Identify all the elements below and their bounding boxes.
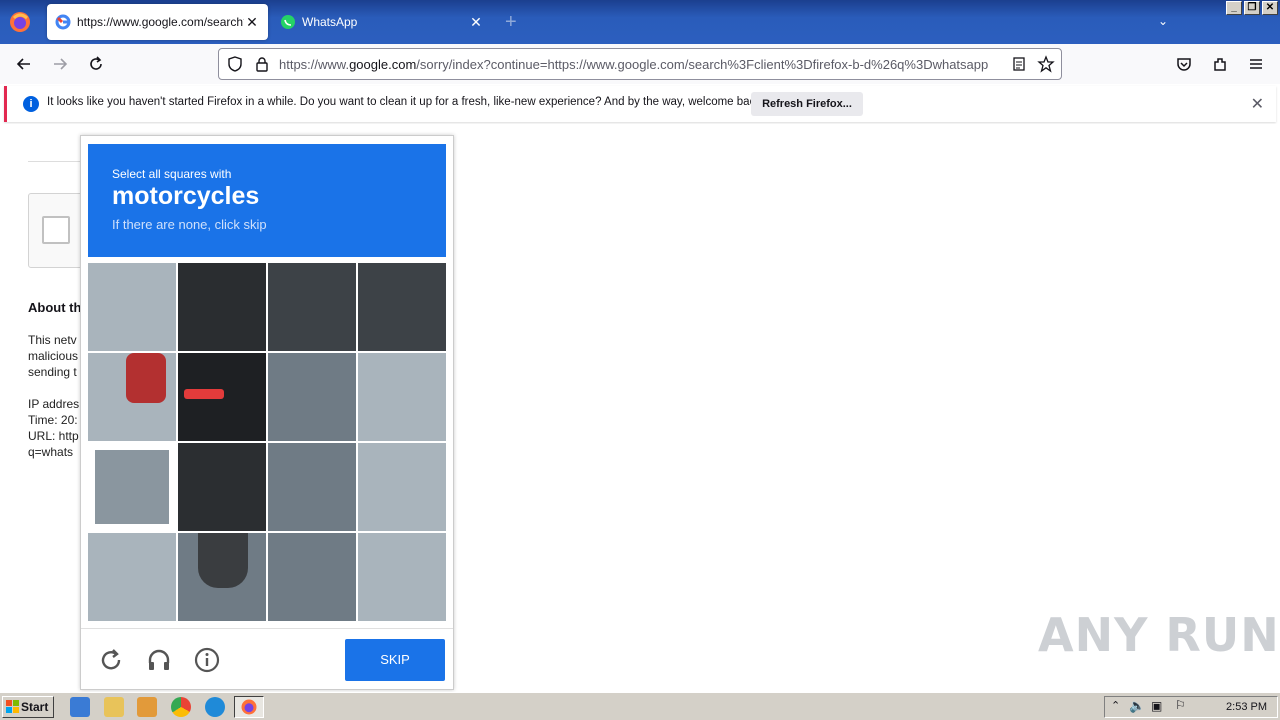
url-bar[interactable]: https://www.google.com/sorry/index?conti…	[218, 48, 1062, 80]
lock-icon[interactable]	[255, 56, 269, 72]
about-heading: About th	[28, 300, 80, 315]
tab-title: WhatsApp	[302, 15, 358, 29]
restore-button[interactable]: ❐	[1244, 1, 1260, 15]
refresh-firefox-button[interactable]: Refresh Firefox...	[751, 92, 863, 116]
show-hidden-icons-icon[interactable]: ⌃	[1111, 699, 1120, 712]
info-line: URL: http	[28, 429, 79, 443]
tab-whatsapp[interactable]: WhatsApp ✕	[272, 4, 492, 40]
info-line: IP addres	[28, 397, 80, 411]
google-favicon-icon	[55, 14, 71, 30]
system-tray: ⌃ 🔈 ▣ ⚐ 2:53 PM	[1104, 696, 1278, 718]
recaptcha-widget	[28, 193, 88, 268]
captcha-header: Select all squares with motorcycles If t…	[88, 144, 446, 257]
body-line: This netv	[28, 333, 77, 347]
motorcycle-part	[178, 353, 266, 441]
window-controls: _ ❐ ✕	[1226, 1, 1278, 15]
bookmark-star-icon[interactable]	[1037, 55, 1055, 73]
body-line: malicious	[28, 349, 79, 363]
media-player-icon[interactable]	[137, 697, 157, 717]
selected-tile-image	[95, 450, 169, 524]
new-tab-icon[interactable]: +	[505, 12, 517, 32]
close-tab-icon[interactable]: ✕	[244, 14, 260, 31]
recaptcha-checkbox[interactable]	[42, 216, 70, 244]
minimize-button[interactable]: _	[1226, 1, 1242, 15]
internet-explorer-icon[interactable]	[70, 697, 90, 717]
reload-challenge-icon[interactable]	[98, 647, 124, 673]
firefox-taskbar-button[interactable]	[234, 696, 264, 718]
network-icon[interactable]: ▣	[1151, 699, 1162, 713]
extensions-icon[interactable]	[1210, 54, 1230, 74]
captcha-tile[interactable]	[268, 263, 356, 351]
reload-icon[interactable]	[86, 54, 106, 74]
captcha-tile[interactable]	[268, 353, 356, 441]
notification-message: It looks like you haven't started Firefo…	[47, 96, 765, 108]
tab-title: https://www.google.com/search?c	[77, 15, 244, 29]
motorcycle-part	[198, 533, 248, 588]
firefox-icon	[241, 699, 257, 715]
motorcycle-part	[178, 263, 266, 351]
close-tab-icon[interactable]: ✕	[468, 14, 484, 31]
captcha-instruction: Select all squares with	[112, 167, 232, 181]
chevron-down-icon[interactable]: ⌄	[1158, 14, 1168, 28]
windows-logo-icon	[6, 700, 19, 713]
hamburger-menu-icon[interactable]	[1246, 54, 1266, 74]
captcha-tile[interactable]	[178, 533, 266, 621]
start-label: Start	[21, 700, 49, 714]
audio-challenge-icon[interactable]	[146, 647, 172, 673]
captcha-tile[interactable]	[178, 353, 266, 441]
url-text[interactable]: https://www.google.com/sorry/index?conti…	[279, 57, 999, 72]
captcha-tile[interactable]	[358, 263, 446, 351]
captcha-tile[interactable]	[88, 353, 176, 441]
start-button[interactable]: Start	[2, 696, 54, 718]
back-icon[interactable]	[14, 54, 34, 74]
captcha-tile[interactable]	[358, 443, 446, 531]
firefox-refresh-notification: i It looks like you haven't started Fire…	[4, 86, 1276, 122]
captcha-tile[interactable]	[268, 443, 356, 531]
divider	[28, 161, 88, 162]
captcha-tile[interactable]	[358, 533, 446, 621]
captcha-image-grid	[88, 263, 447, 622]
captcha-tile[interactable]	[178, 443, 266, 531]
captcha-target: motorcycles	[112, 182, 260, 210]
forward-icon[interactable]	[50, 54, 70, 74]
shield-icon[interactable]	[227, 56, 243, 72]
captcha-tile[interactable]	[88, 533, 176, 621]
motorcycle-part	[178, 443, 266, 531]
close-window-button[interactable]: ✕	[1262, 1, 1278, 15]
info-icon: i	[23, 96, 39, 112]
captcha-tile[interactable]	[88, 263, 176, 351]
captcha-tile[interactable]	[358, 353, 446, 441]
pocket-icon[interactable]	[1174, 54, 1194, 74]
tab-google-search[interactable]: https://www.google.com/search?c ✕	[47, 4, 268, 40]
motorcycle-part	[126, 353, 166, 403]
captcha-tile[interactable]	[268, 533, 356, 621]
taskbar: Start ⌃ 🔈 ▣ ⚐ 2:53 PM	[0, 692, 1280, 720]
body-line: sending t	[28, 365, 77, 379]
close-notification-icon[interactable]: ✕	[1251, 94, 1264, 114]
info-icon[interactable]	[194, 647, 220, 673]
clock[interactable]: 2:53 PM	[1226, 701, 1267, 713]
file-explorer-icon[interactable]	[104, 697, 124, 717]
url-prefix: https://www.	[279, 57, 350, 72]
url-path: /sorry/index?continue=https://www.google…	[416, 57, 989, 72]
volume-icon[interactable]: 🔈	[1129, 698, 1145, 714]
anyrun-watermark: ANY RUN	[1038, 608, 1280, 662]
reader-view-icon[interactable]	[1011, 56, 1027, 72]
captcha-tile[interactable]	[88, 443, 176, 531]
tail-light	[184, 389, 224, 399]
url-domain: google.com	[349, 57, 417, 72]
info-line: q=whats	[28, 445, 74, 459]
firefox-menu-icon[interactable]	[8, 10, 32, 34]
captcha-hint: If there are none, click skip	[112, 217, 267, 232]
skip-button[interactable]: SKIP	[345, 639, 445, 681]
whatsapp-favicon-icon	[281, 15, 295, 29]
info-line: Time: 20:	[28, 413, 78, 427]
action-center-flag-icon[interactable]: ⚐	[1175, 698, 1186, 712]
captcha-challenge-popup: Select all squares with motorcycles If t…	[80, 135, 454, 690]
captcha-footer: SKIP	[81, 628, 453, 690]
chrome-icon[interactable]	[171, 697, 191, 717]
edge-icon[interactable]	[205, 697, 225, 717]
tab-strip: https://www.google.com/search?c ✕ WhatsA…	[0, 0, 1280, 44]
captcha-tile[interactable]	[178, 263, 266, 351]
